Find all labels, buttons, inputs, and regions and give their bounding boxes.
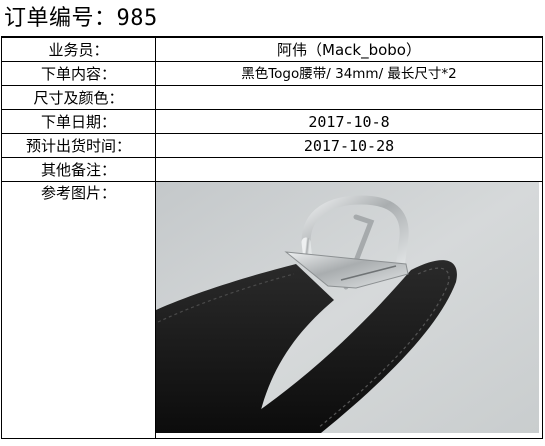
size-color-label: 尺寸及颜色： [1, 85, 156, 110]
size-color-value [155, 85, 543, 110]
ship-date-value: 2017-10-28 [155, 133, 543, 158]
order-date-value: 2017-10-8 [155, 109, 543, 134]
reference-image-cell [155, 181, 543, 439]
order-date-label: 下单日期： [1, 109, 156, 134]
order-number-label: 订单编号： [4, 6, 117, 31]
row-ship-date: 预计出货时间： 2017-10-28 [1, 133, 543, 158]
belt-photo [156, 182, 539, 433]
order-number: 985 [116, 6, 158, 31]
salesperson-label: 业务员： [1, 36, 156, 62]
ship-date-label: 预计出货时间： [1, 133, 156, 158]
row-salesperson: 业务员： 阿伟（Mack_bobo） [1, 36, 543, 62]
remarks-label: 其他备注： [1, 157, 156, 182]
order-sheet: 订单编号：985 业务员： 阿伟（Mack_bobo） 下单内容： 黑色Togo… [0, 0, 545, 446]
row-order-date: 下单日期： 2017-10-8 [1, 109, 543, 134]
order-title: 订单编号：985 [4, 3, 158, 35]
row-size-color: 尺寸及颜色： [1, 85, 543, 110]
order-table: 业务员： 阿伟（Mack_bobo） 下单内容： 黑色Togo腰带/ 34mm/… [1, 36, 543, 439]
row-order-content: 下单内容： 黑色Togo腰带/ 34mm/ 最长尺寸*2 [1, 61, 543, 86]
row-reference-image: 参考图片： [1, 181, 543, 439]
salesperson-value: 阿伟（Mack_bobo） [155, 36, 543, 62]
order-content-label: 下单内容： [1, 61, 156, 86]
belt-photo-graphic [156, 182, 539, 433]
reference-image-label: 参考图片： [1, 181, 156, 439]
order-content-value: 黑色Togo腰带/ 34mm/ 最长尺寸*2 [155, 61, 543, 86]
remarks-value [155, 157, 543, 182]
row-remarks: 其他备注： [1, 157, 543, 182]
